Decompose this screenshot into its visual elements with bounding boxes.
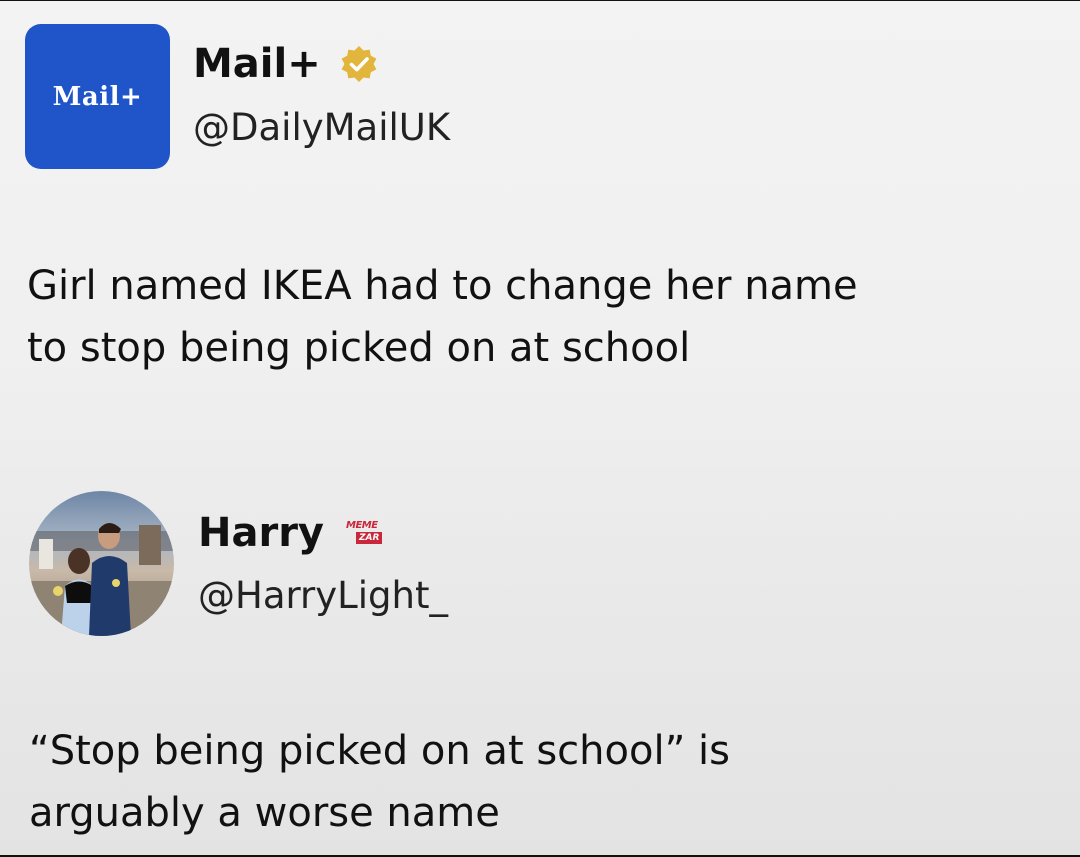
tweet-line: arguably a worse name [29,790,500,836]
mail-plus-avatar[interactable]: Mail+ [25,24,170,169]
tweet-text-harry: “Stop being picked on at school” is argu… [29,720,730,844]
watermark-line: MEME [346,520,378,531]
author-handle-mail[interactable]: @DailyMailUK [193,106,450,149]
author-handle-harry[interactable]: @HarryLight_ [198,574,448,617]
mail-plus-logo: Mail+ [52,81,143,112]
tweet-line: “Stop being picked on at school” is [29,728,730,774]
tweet-line: to stop being picked on at school [27,325,691,371]
profile-photo [29,491,174,636]
verified-badge-icon [341,46,377,82]
tweet-text-mail: Girl named IKEA had to change her name t… [27,255,858,379]
author-name-harry[interactable]: Harry [198,510,324,556]
watermark-line: ZAR [356,532,383,544]
harry-avatar[interactable] [29,491,174,636]
tweet-line: Girl named IKEA had to change her name [27,263,858,309]
author-name-mail[interactable]: Mail+ [193,41,321,87]
memezar-watermark: MEME ZAR [340,518,392,548]
top-border [0,0,1080,1]
